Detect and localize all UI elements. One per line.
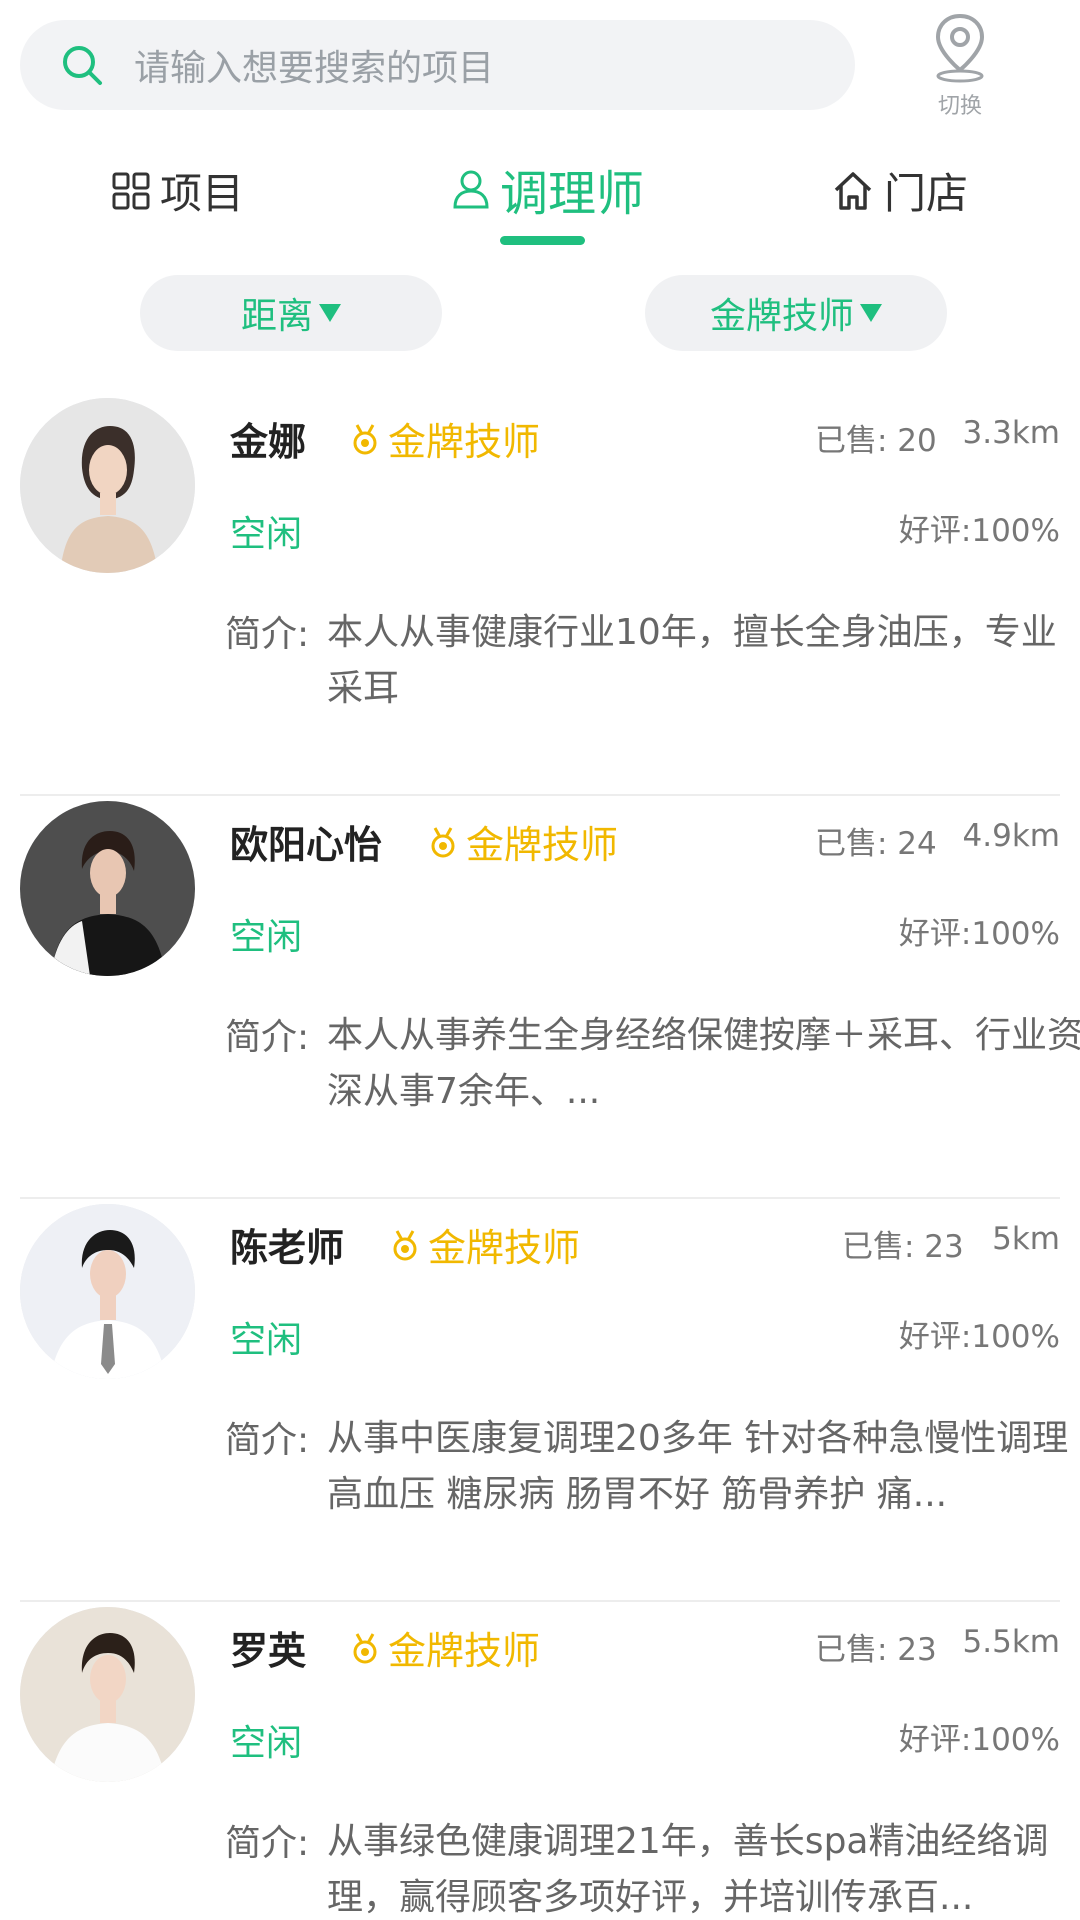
search-bar[interactable]: 请输入想要搜索的项目 — [20, 20, 855, 110]
gold-technician-filter[interactable]: 金牌技师 — [645, 275, 947, 351]
intro-label: 简介: — [225, 1823, 310, 1864]
therapist-card[interactable]: 欧阳心怡 金牌技师 已售: 24 4.9km 空闲 好评:100% 简介: 本人… — [20, 796, 1080, 1199]
therapist-card[interactable]: 金娜 金牌技师 已售: 20 3.3km 空闲 好评:100% 简介: 本人从事… — [20, 393, 1060, 796]
distance: 4.9km — [962, 818, 1060, 854]
filter-label: 距离 — [240, 296, 313, 337]
avatar — [20, 1204, 195, 1379]
intro-text: 从事中医康复调理20多年 针对各种急慢性调理 高血压 糖尿病 肠胃不好 筋骨养护… — [327, 1418, 1069, 1515]
distance-filter[interactable]: 距离 — [140, 275, 442, 351]
user-icon — [453, 170, 489, 209]
intro-text: 本人从事健康行业10年，擅长全身油压，专业采耳 — [327, 612, 1057, 709]
therapist-card[interactable]: 陈老师 金牌技师 已售: 23 5km 空闲 好评:100% 简介: 从事中医康… — [20, 1199, 1068, 1602]
distance: 5km — [992, 1221, 1060, 1257]
status-badge: 空闲 — [230, 1320, 303, 1361]
rating: 好评:100% — [898, 1319, 1060, 1355]
tab-label: 调理师 — [500, 166, 645, 222]
medal-icon — [353, 1632, 377, 1663]
tab-stores[interactable]: 门店 — [832, 160, 968, 221]
search-icon — [63, 46, 102, 85]
therapist-card[interactable]: 罗英 金牌技师 已售: 23 5.5km 空闲 好评:100% 简介: 从事绿色… — [20, 1602, 1060, 1920]
grid-icon — [112, 172, 150, 209]
intro-label: 简介: — [225, 1017, 310, 1058]
search-input[interactable]: 请输入想要搜索的项目 — [134, 39, 494, 91]
medal-icon — [431, 826, 455, 857]
location-pin-icon — [935, 13, 985, 83]
dropdown-triangle-icon — [319, 304, 341, 322]
therapist-name: 罗英 — [230, 1629, 307, 1673]
intro-text: 从事绿色健康调理21年，善长spa精油经络调理，赢得顾客多项好评，并培训传承百.… — [327, 1821, 1049, 1918]
therapist-name: 陈老师 — [230, 1226, 345, 1270]
avatar — [20, 1607, 195, 1782]
therapist-name: 欧阳心怡 — [230, 823, 383, 867]
location-switch-button[interactable]: 切换 — [910, 10, 1010, 120]
location-switch-label: 切换 — [937, 94, 982, 119]
tab-therapists[interactable]: 调理师 — [452, 154, 644, 224]
tab-label: 门店 — [884, 169, 969, 218]
medal-icon — [393, 1229, 417, 1260]
rating: 好评:100% — [898, 1722, 1060, 1758]
avatar — [20, 398, 195, 573]
intro-label: 简介: — [225, 1420, 310, 1461]
medal-icon — [353, 423, 377, 454]
badge-label: 金牌技师 — [388, 420, 541, 464]
distance: 5.5km — [962, 1624, 1060, 1660]
therapist-list: 金娜 金牌技师 已售: 20 3.3km 空闲 好评:100% 简介: 本人从事… — [0, 393, 1080, 1920]
filter-label: 金牌技师 — [709, 296, 854, 337]
status-badge: 空闲 — [230, 917, 303, 958]
home-icon — [834, 171, 872, 210]
badge-label: 金牌技师 — [388, 1629, 541, 1673]
gold-badge: 金牌技师 — [428, 814, 618, 869]
avatar — [20, 801, 195, 976]
gold-badge: 金牌技师 — [390, 1217, 580, 1272]
rating: 好评:100% — [898, 513, 1060, 549]
rating: 好评:100% — [898, 916, 1060, 952]
sold-count: 已售: 20 — [815, 423, 937, 459]
badge-label: 金牌技师 — [428, 1226, 581, 1270]
intro-label: 简介: — [225, 614, 310, 655]
intro-text: 本人从事养生全身经络保健按摩＋采耳、行业资深从事7余年、... — [327, 1015, 1080, 1112]
sold-count: 已售: 23 — [815, 1632, 937, 1668]
status-badge: 空闲 — [230, 514, 303, 555]
therapist-name: 金娜 — [230, 420, 307, 464]
gold-badge: 金牌技师 — [350, 411, 540, 466]
status-badge: 空闲 — [230, 1723, 303, 1764]
distance: 3.3km — [962, 415, 1060, 451]
dropdown-triangle-icon — [860, 304, 882, 322]
badge-label: 金牌技师 — [466, 823, 619, 867]
gold-badge: 金牌技师 — [350, 1620, 540, 1675]
active-tab-indicator — [500, 236, 585, 245]
sold-count: 已售: 24 — [815, 826, 937, 862]
category-tabs: 项目 调理师 门店 — [0, 150, 1080, 250]
tab-label: 项目 — [160, 169, 245, 218]
tab-projects[interactable]: 项目 — [112, 160, 244, 221]
sold-count: 已售: 23 — [842, 1229, 964, 1265]
